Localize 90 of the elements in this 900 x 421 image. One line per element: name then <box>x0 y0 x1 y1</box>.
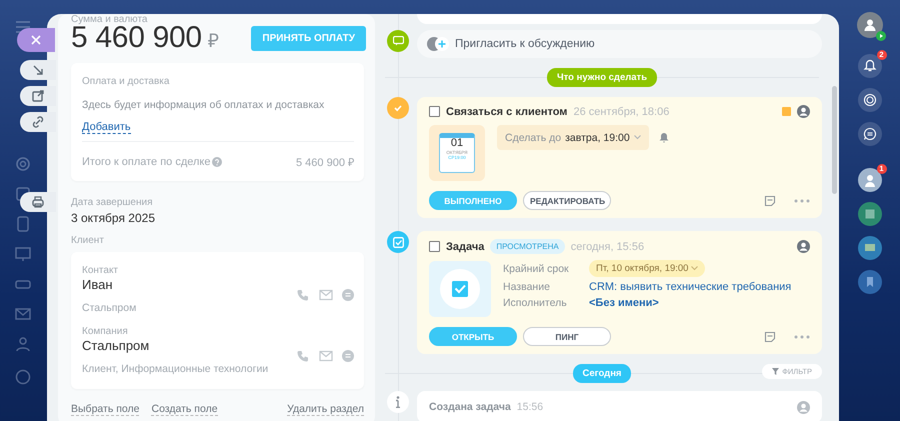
notifications-button[interactable] <box>858 54 882 78</box>
total-label: Итого к оплате по сделке <box>82 156 210 168</box>
funnel-icon <box>772 368 780 375</box>
messages-button[interactable] <box>858 236 882 260</box>
phone-icon[interactable] <box>296 348 310 362</box>
client-name[interactable]: Стальпром <box>82 338 268 353</box>
news-button[interactable] <box>858 202 882 226</box>
client-details: Стальпром <box>82 302 136 314</box>
user-avatar-icon <box>797 400 810 414</box>
note-icon[interactable] <box>764 330 776 342</box>
square-marker-icon <box>782 107 791 116</box>
task-link[interactable]: CRM: выявить технические требования <box>589 281 792 293</box>
profile-icon <box>862 18 876 32</box>
field-link[interactable]: Создать поле <box>151 403 218 416</box>
add-user-icon <box>427 36 449 52</box>
action-button[interactable]: ПИНГ <box>523 327 611 346</box>
play-icon <box>876 31 886 41</box>
caret-icon <box>691 266 698 271</box>
card-title: Оплата и доставка <box>82 76 170 87</box>
calendar-day: 01 <box>450 138 464 149</box>
activity-time: 26 сентября, 18:06 <box>573 106 670 118</box>
info-icon <box>395 396 401 408</box>
speech-bubble-icon <box>392 36 404 46</box>
board-icon[interactable] <box>14 245 32 263</box>
check-icon <box>393 103 403 113</box>
chat-button[interactable] <box>858 122 882 146</box>
deadline-selector[interactable]: Пт, 10 октября, 19:00 <box>589 260 706 277</box>
task-icon <box>440 269 480 309</box>
user-avatar-icon <box>797 240 810 253</box>
field-label: Контакт <box>82 265 120 276</box>
activity-title[interactable]: Задача <box>446 240 484 252</box>
invite-text: Пригласить к обсуждению <box>455 38 595 50</box>
phone-icon[interactable] <box>296 288 310 302</box>
print-icon <box>30 194 46 210</box>
avatar-button[interactable] <box>858 168 882 192</box>
action-button[interactable]: РЕДАКТИРОВАТЬ <box>523 191 611 210</box>
minimize-button[interactable] <box>20 60 56 80</box>
date-value: 3 октября 2025 <box>71 211 156 225</box>
bell-icon[interactable] <box>658 132 669 143</box>
chat-icon[interactable] <box>342 350 354 362</box>
assignee-link[interactable]: <Без имени> <box>589 297 792 309</box>
task-icon <box>392 236 404 248</box>
delete-section-link[interactable]: Удалить раздел <box>287 403 364 416</box>
section-divider-label: Что нужно сделать <box>546 68 658 86</box>
field-link[interactable]: Выбрать поле <box>71 403 140 416</box>
notifications-icon <box>862 59 876 73</box>
field-label: Название <box>503 281 551 293</box>
activity-time: сегодня, 15:56 <box>570 240 644 252</box>
checkbox[interactable] <box>429 106 440 117</box>
field-label: Крайний срок <box>503 262 570 274</box>
field-label: Сумма и валюта <box>71 14 148 25</box>
add-link[interactable]: Добавить <box>82 121 131 134</box>
link-icon <box>30 114 46 130</box>
info-text: Здесь будет информация об оплатах и доставках <box>82 99 326 111</box>
link-button[interactable] <box>20 112 56 132</box>
currency-sign: ₽ <box>208 31 219 52</box>
section-divider-label: Сегодня <box>572 364 632 382</box>
chat-icon[interactable] <box>342 288 354 300</box>
field-label: Клиент <box>71 235 105 246</box>
copilot-button[interactable] <box>858 88 882 112</box>
scrollbar[interactable] <box>832 86 837 194</box>
avatar-icon <box>862 173 876 187</box>
field-label: Компания <box>82 326 129 337</box>
envelope-icon[interactable] <box>319 288 333 300</box>
history-title: Создана задача <box>429 401 511 413</box>
caret-icon <box>634 135 641 140</box>
chat-icon <box>862 127 876 141</box>
open-window-button[interactable] <box>20 86 56 106</box>
close-button[interactable] <box>17 28 55 52</box>
profile-button[interactable] <box>856 12 882 38</box>
print-button[interactable] <box>20 192 56 212</box>
field-label: Дата завершения <box>71 197 154 208</box>
note-icon[interactable] <box>764 194 776 206</box>
more-icon[interactable] <box>794 198 810 202</box>
client-name[interactable]: Иван <box>82 277 136 292</box>
user-avatar-icon <box>797 105 810 118</box>
more-icon[interactable] <box>794 334 810 338</box>
bookmark-button[interactable] <box>858 270 882 294</box>
checkbox[interactable] <box>429 241 440 252</box>
history-time: 15:56 <box>516 401 544 413</box>
client-details: Клиент, Информационные технологии <box>82 363 268 375</box>
status-badge: ПРОСМОТРЕНА <box>490 239 565 254</box>
field-label: Исполнитель <box>503 297 568 309</box>
deadline-selector[interactable]: Сделать до завтра, 19:00 <box>497 125 649 150</box>
envelope-icon[interactable] <box>319 350 333 362</box>
people-icon[interactable] <box>14 335 32 353</box>
total-amount: 5 460 900 ₽ <box>296 156 354 169</box>
invite-field[interactable]: Пригласить к обсуждению <box>417 30 822 58</box>
activity-title[interactable]: Связаться с клиентом <box>446 106 568 118</box>
open-window-icon <box>30 88 46 104</box>
